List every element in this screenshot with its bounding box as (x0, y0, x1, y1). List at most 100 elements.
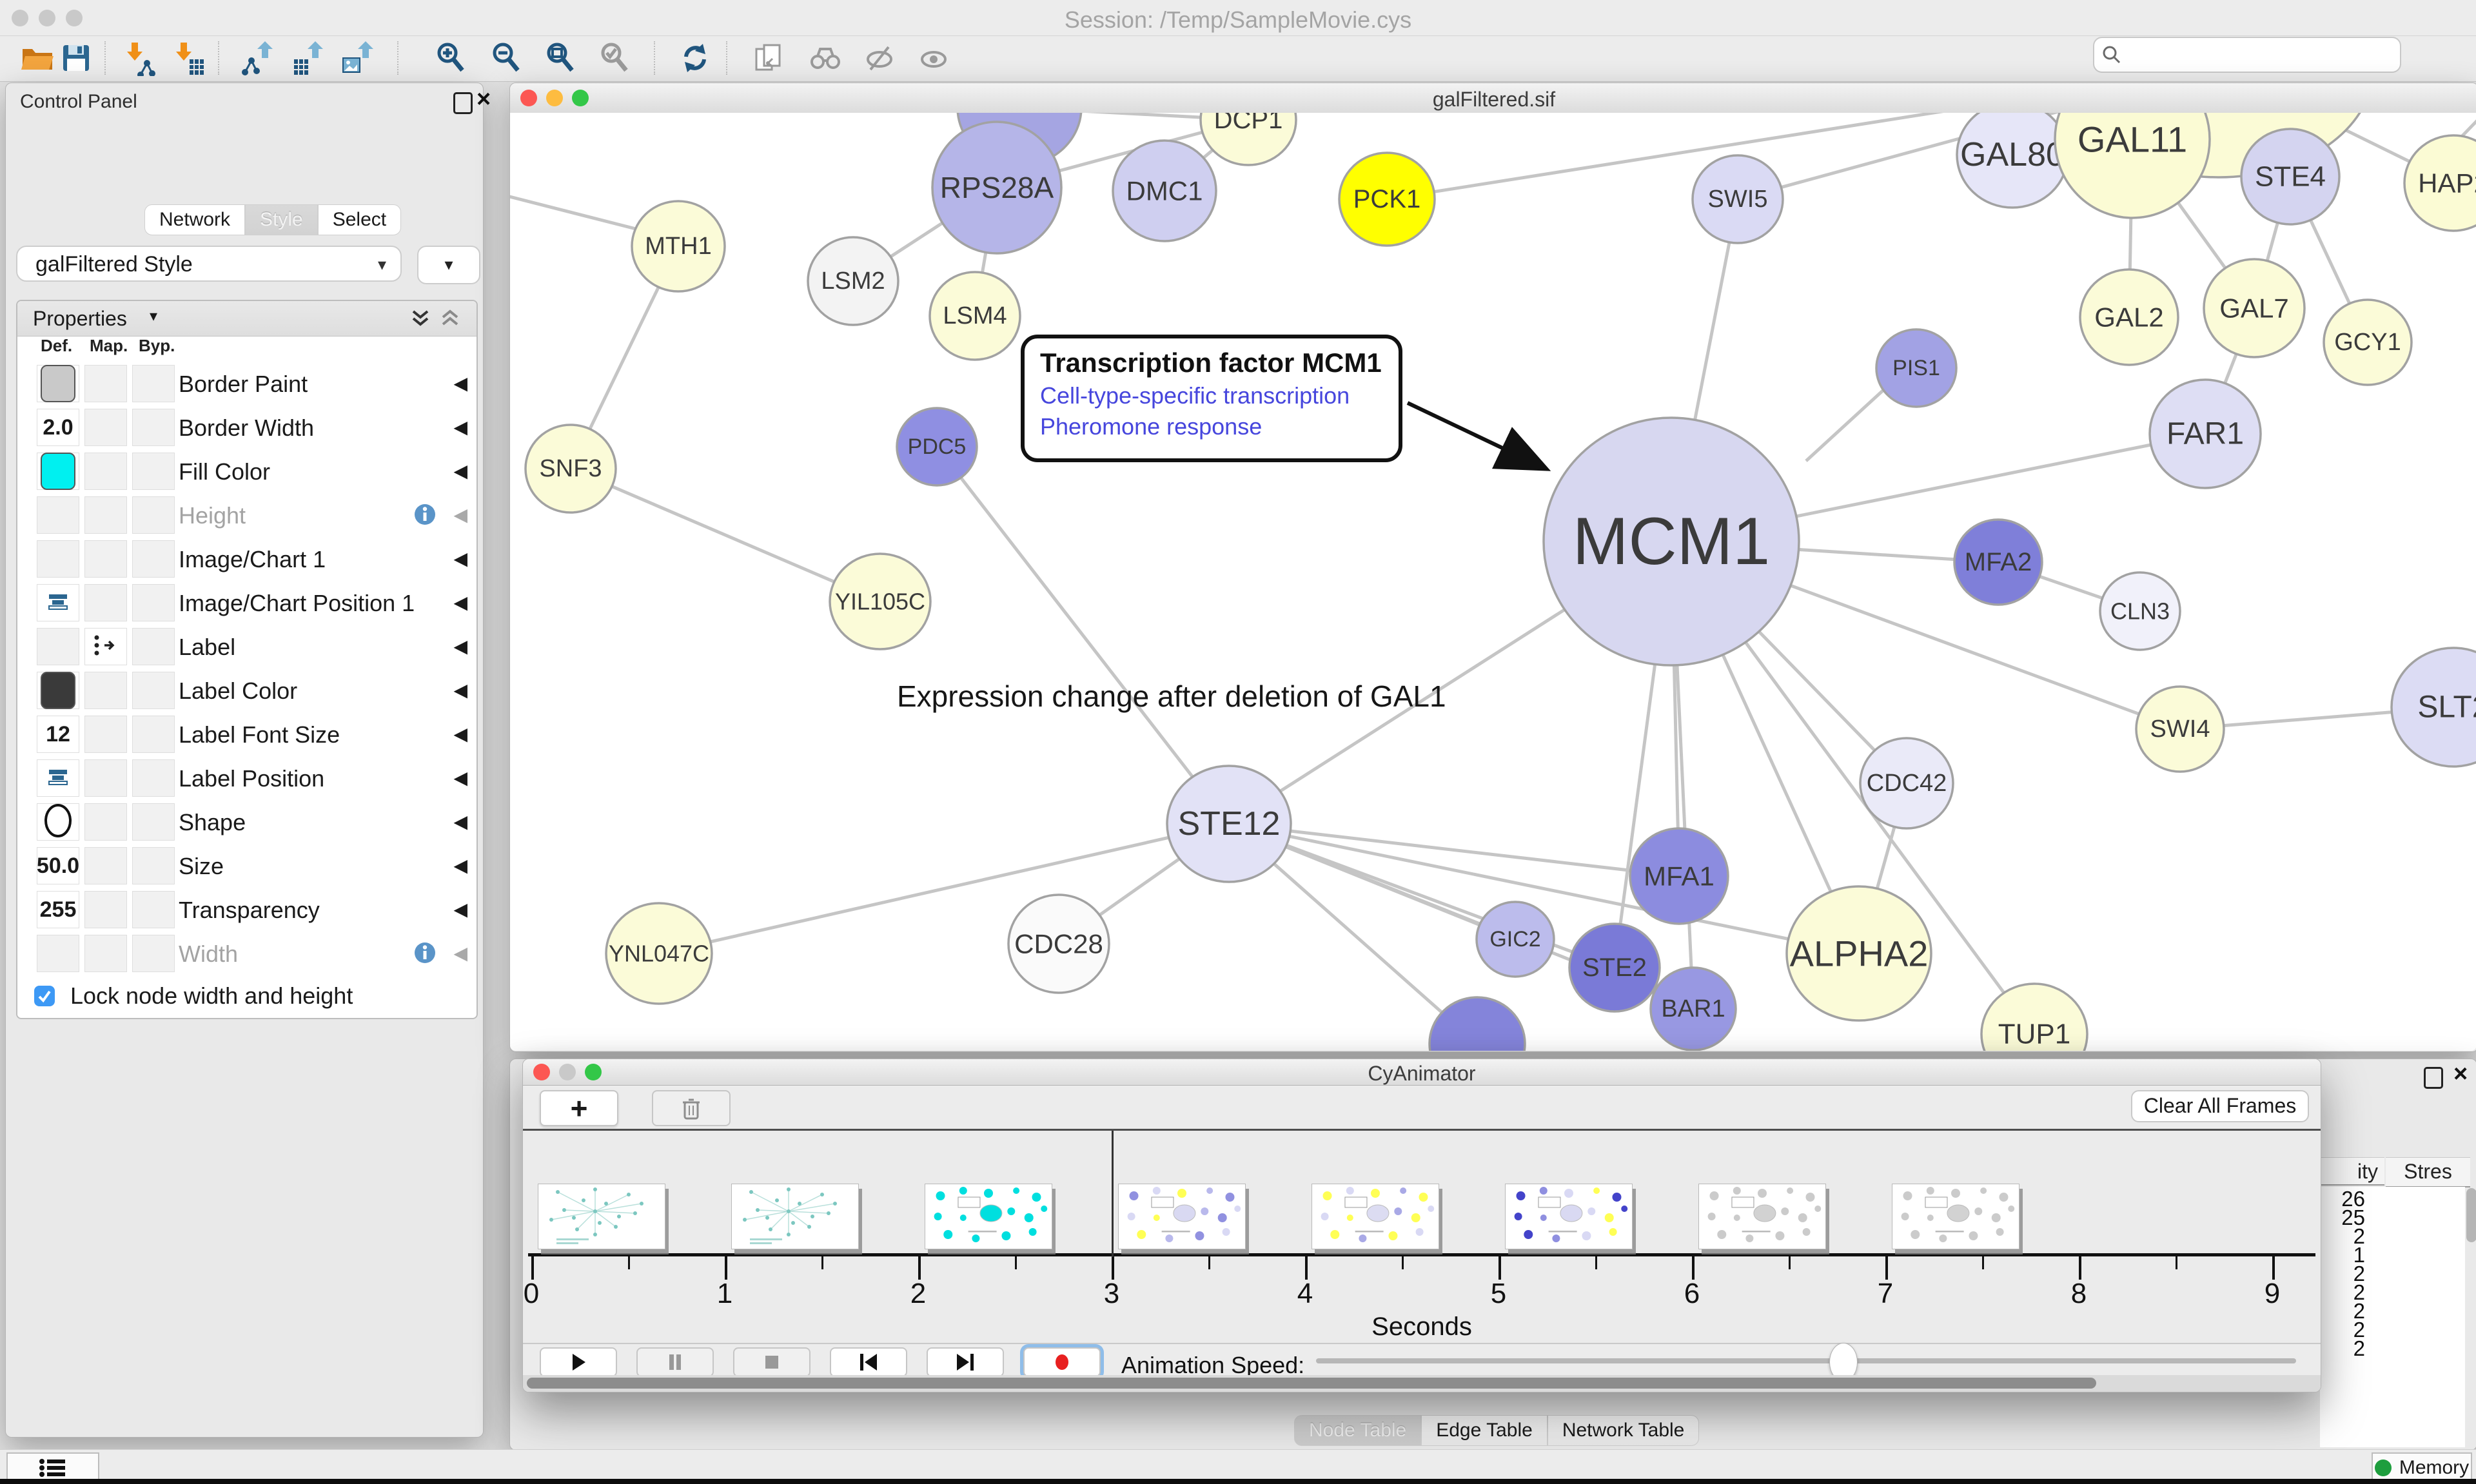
property-row-border-width[interactable]: 2.0Border Width◀ (17, 405, 477, 451)
frame-thumbnail-0[interactable] (538, 1184, 665, 1249)
close-panel-icon[interactable]: × (477, 90, 491, 109)
mapping-cell[interactable] (84, 409, 127, 446)
search-box[interactable] (2093, 37, 2401, 73)
show-all-icon[interactable] (916, 40, 952, 76)
network-node-DCP1[interactable]: DCP1 (1201, 113, 1296, 165)
property-row-border-paint[interactable]: Border Paint◀ (17, 362, 477, 407)
tab-select[interactable]: Select (318, 204, 401, 235)
property-row-width[interactable]: Width◀ (17, 932, 477, 977)
property-row-label-font-size[interactable]: 12Label Font Size◀ (17, 712, 477, 757)
stop-button[interactable] (733, 1347, 811, 1377)
property-row-fill-color[interactable]: Fill Color◀ (17, 449, 477, 494)
property-row-height[interactable]: Height◀ (17, 493, 477, 538)
mapping-cell[interactable] (84, 803, 127, 841)
network-node-STE12[interactable]: STE12 (1167, 766, 1291, 882)
default-cell[interactable] (37, 496, 79, 534)
default-value[interactable]: 255 (40, 897, 77, 923)
mapping-cell[interactable] (84, 716, 127, 753)
collapse-all-icon[interactable] (439, 309, 461, 329)
property-row-label-color[interactable]: Label Color◀ (17, 669, 477, 714)
frame-timeline[interactable]: 0123456789Seconds (523, 1129, 2321, 1345)
annotation-box[interactable]: Transcription factor MCM1 Cell-type-spec… (1021, 335, 1402, 462)
property-row-shape[interactable]: Shape◀ (17, 800, 477, 845)
mapping-cell[interactable] (84, 540, 127, 578)
network-node-STE2[interactable]: STE2 (1569, 924, 1660, 1011)
frame-thumbnail-1[interactable] (731, 1184, 859, 1249)
tab-edge-table[interactable]: Edge Table (1421, 1415, 1548, 1446)
zoom-selected-icon[interactable] (597, 40, 633, 76)
bypass-cell[interactable] (132, 803, 175, 841)
frame-thumbnail-3[interactable] (1118, 1184, 1246, 1249)
table-row[interactable]: 25 (2320, 1206, 2465, 1224)
network-node-MFA1[interactable]: MFA1 (1630, 828, 1728, 924)
checkbox-checked-icon[interactable] (33, 984, 56, 1008)
default-value-swatch[interactable] (41, 672, 75, 709)
network-node-STE4[interactable]: STE4 (2241, 129, 2339, 224)
column-header[interactable]: Stres (2386, 1157, 2470, 1187)
mapping-cell[interactable] (84, 759, 127, 797)
bypass-cell[interactable] (132, 672, 175, 709)
first-neighbors-icon[interactable] (807, 40, 843, 76)
tab-style[interactable]: Style (245, 204, 318, 235)
network-node-BAR1[interactable]: BAR1 (1651, 968, 1736, 1050)
frame-thumbnail-5[interactable] (1505, 1184, 1633, 1249)
network-node-CDC28[interactable]: CDC28 (1008, 895, 1109, 993)
default-cell[interactable] (37, 672, 79, 709)
network-node-SWI4[interactable]: SWI4 (2136, 687, 2224, 772)
default-cell[interactable] (37, 453, 79, 490)
expand-all-icon[interactable] (409, 309, 431, 329)
annotation-link[interactable]: Pheromone response (1040, 413, 1383, 440)
network-node-SLT2[interactable]: SLT2 (2392, 648, 2476, 766)
frame-thumbnail-6[interactable] (1698, 1184, 1826, 1249)
table-row[interactable]: 1 (2320, 1243, 2465, 1262)
info-icon[interactable] (413, 941, 437, 968)
network-window-titlebar[interactable]: galFiltered.sif (510, 83, 2476, 113)
network-node-FAR1[interactable]: FAR1 (2150, 380, 2261, 488)
expand-property-icon[interactable]: ◀ (453, 504, 467, 525)
property-row-size[interactable]: 50.0Size◀ (17, 844, 477, 889)
info-icon[interactable] (413, 503, 437, 529)
table-row[interactable]: 2 (2320, 1299, 2465, 1318)
animation-speed-slider[interactable] (1316, 1358, 2296, 1363)
default-cell[interactable]: 2.0 (37, 409, 79, 446)
frame-thumbnail-2[interactable] (925, 1184, 1052, 1249)
export-network-icon[interactable] (240, 40, 276, 76)
default-cell[interactable] (37, 584, 79, 621)
network-node-SNF3[interactable]: SNF3 (526, 425, 616, 513)
float-panel-icon[interactable] (2424, 1067, 2443, 1092)
expand-property-icon[interactable]: ◀ (453, 723, 467, 745)
bypass-cell[interactable] (132, 716, 175, 753)
table-row[interactable]: 2 (2320, 1280, 2465, 1299)
mapping-icon[interactable] (92, 632, 120, 661)
tab-network[interactable]: Network (144, 204, 245, 235)
network-node-LSM4[interactable]: LSM4 (930, 272, 1020, 360)
network-node-CLN3[interactable]: CLN3 (2100, 572, 2180, 650)
network-node-ALPHA2[interactable]: ALPHA2 (1787, 886, 1931, 1020)
bypass-cell[interactable] (132, 891, 175, 928)
import-table-icon[interactable] (169, 40, 205, 76)
open-session-icon[interactable] (19, 40, 55, 76)
bypass-cell[interactable] (132, 365, 175, 402)
bypass-cell[interactable] (132, 453, 175, 490)
pause-button[interactable] (636, 1347, 714, 1377)
property-row-transparency[interactable]: 255Transparency◀ (17, 888, 477, 933)
search-input[interactable] (2128, 41, 2388, 68)
default-value-swatch[interactable] (41, 453, 75, 490)
network-node-GAL80[interactable]: GAL80 (1957, 113, 2068, 208)
frame-thumbnail-4[interactable] (1312, 1184, 1439, 1249)
close-panel-icon[interactable]: × (2453, 1064, 2468, 1084)
expand-property-icon[interactable]: ◀ (453, 636, 467, 657)
expand-property-icon[interactable]: ◀ (453, 548, 467, 569)
shape-ellipse[interactable] (42, 803, 74, 842)
frame-thumbnail-7[interactable] (1892, 1184, 2019, 1249)
add-frame-button[interactable]: + (540, 1090, 618, 1126)
expand-property-icon[interactable]: ◀ (453, 460, 467, 482)
network-node-TUP1[interactable]: TUP1 (1981, 984, 2087, 1051)
import-network-icon[interactable] (120, 40, 156, 76)
play-button[interactable] (540, 1347, 617, 1377)
style-options-button[interactable]: ▾ (417, 246, 480, 284)
network-node-PCK1[interactable]: PCK1 (1339, 153, 1435, 246)
network-node-GIC2[interactable]: GIC2 (1477, 902, 1554, 977)
expand-property-icon[interactable]: ◀ (453, 855, 467, 876)
export-image-icon[interactable] (340, 40, 377, 76)
